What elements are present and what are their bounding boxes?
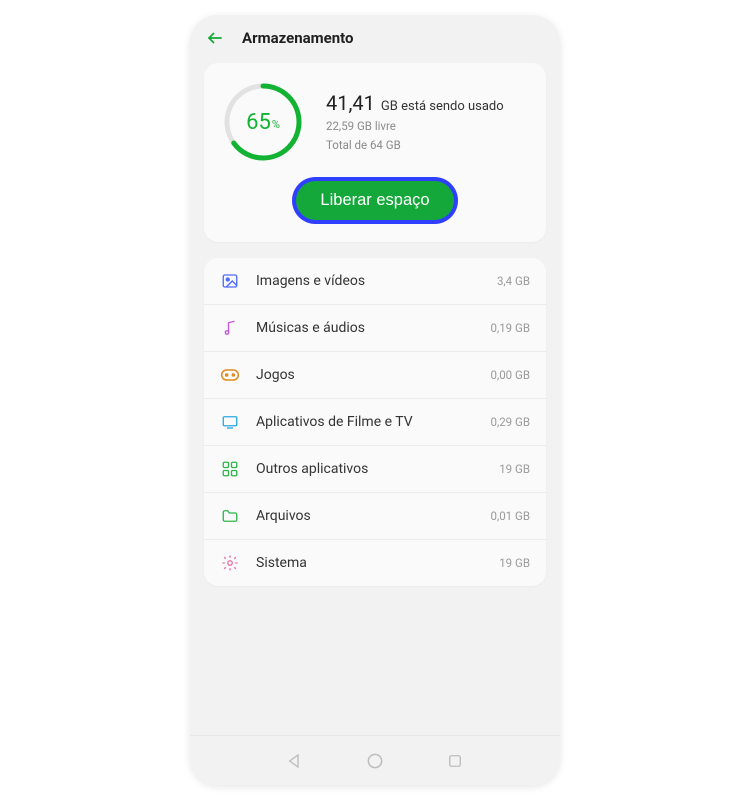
category-row[interactable]: Aplicativos de Filme e TV 0,29 GB (204, 399, 546, 446)
category-row[interactable]: Sistema 19 GB (204, 540, 546, 586)
category-label: Músicas e áudios (256, 320, 474, 336)
category-size: 0,29 GB (490, 415, 530, 429)
usage-percent: 65 % (222, 81, 304, 163)
category-label: Sistema (256, 555, 483, 571)
category-size: 0,19 GB (490, 321, 530, 335)
free-space-button[interactable]: Liberar espaço (296, 181, 453, 220)
category-label: Aplicativos de Filme e TV (256, 414, 474, 430)
tv-icon (220, 412, 240, 432)
page-title: Armazenamento (242, 29, 354, 47)
gear-icon (220, 553, 240, 573)
storage-categories-card: Imagens e vídeos 3,4 GB Músicas e áudios 0,… (204, 258, 546, 586)
image-icon (220, 271, 240, 291)
category-row[interactable]: Arquivos 0,01 GB (204, 493, 546, 540)
category-row[interactable]: Músicas e áudios 0,19 GB (204, 305, 546, 352)
folder-icon (220, 506, 240, 526)
category-row[interactable]: Jogos 0,00 GB (204, 352, 546, 399)
category-label: Outros aplicativos (256, 461, 483, 477)
usage-free-label: 22,59 GB livre (326, 118, 504, 134)
system-navbar (190, 735, 560, 785)
category-size: 0,00 GB (490, 368, 530, 382)
usage-used-unit: GB está sendo usado (381, 99, 504, 114)
category-size: 19 GB (499, 556, 530, 570)
storage-usage-row: 65 % 41,41 GB está sendo usado 22,59 GB … (222, 81, 528, 163)
storage-summary-card: 65 % 41,41 GB está sendo usado 22,59 GB … (204, 63, 546, 242)
category-size: 0,01 GB (490, 509, 530, 523)
games-icon (220, 365, 240, 385)
usage-ring: 65 % (222, 81, 304, 163)
nav-recent-icon[interactable] (445, 751, 465, 771)
category-label: Imagens e vídeos (256, 273, 481, 289)
music-icon (220, 318, 240, 338)
usage-text: 41,41 GB está sendo usado 22,59 GB livre… (326, 91, 504, 153)
device-frame: Armazenamento 65 % 41,41 GB está sendo u… (190, 15, 560, 785)
apps-icon (220, 459, 240, 479)
back-arrow-icon[interactable] (206, 29, 224, 47)
category-size: 3,4 GB (497, 274, 530, 288)
app-header: Armazenamento (190, 15, 560, 57)
usage-used-amount: 41,41 (326, 91, 375, 115)
usage-percent-value: 65 (246, 110, 271, 135)
nav-back-icon[interactable] (285, 751, 305, 771)
nav-home-icon[interactable] (365, 751, 385, 771)
usage-percent-suffix: % (272, 118, 280, 131)
category-label: Jogos (256, 367, 474, 383)
category-row[interactable]: Outros aplicativos 19 GB (204, 446, 546, 493)
category-size: 19 GB (499, 462, 530, 476)
usage-total-label: Total de 64 GB (326, 137, 504, 153)
category-label: Arquivos (256, 508, 474, 524)
free-space-button-wrap: Liberar espaço (222, 181, 528, 220)
category-row[interactable]: Imagens e vídeos 3,4 GB (204, 258, 546, 305)
usage-used-line: 41,41 GB está sendo usado (326, 91, 504, 115)
